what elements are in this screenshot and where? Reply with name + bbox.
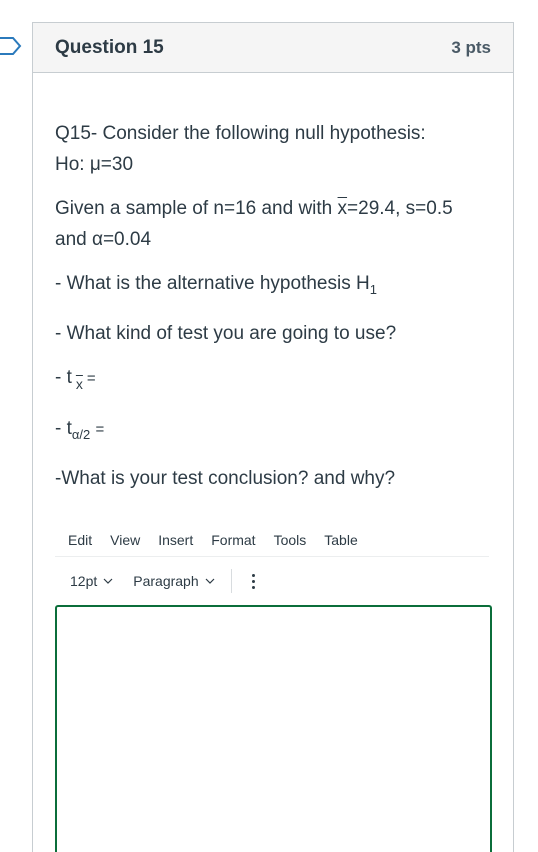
question-paragraph-test-kind: - What kind of test you are going to use… <box>55 318 491 349</box>
question-paragraph-hypothesis: Q15- Consider the following null hypothe… <box>55 118 491 180</box>
given-values: =29.4, s=0.5 <box>347 198 453 219</box>
question-paragraph-alternative: - What is the alternative hypothesis H1 <box>55 268 491 305</box>
question-card: Question 15 3 pts Q15- Consider the foll… <box>32 22 514 852</box>
chevron-down-icon <box>103 578 113 584</box>
question-paragraph-given: Given a sample of n=16 and with x=29.4, … <box>55 193 491 255</box>
block-format-dropdown[interactable]: Paragraph <box>133 573 215 589</box>
quiz-page: Question 15 3 pts Q15- Consider the foll… <box>0 0 538 852</box>
question-paragraph-t-critical: - tα/2 = <box>55 413 491 450</box>
block-format-value: Paragraph <box>133 573 199 589</box>
test-kind-text: - What kind of test you are going to use… <box>55 323 397 344</box>
t-critical-equals: = <box>95 421 105 438</box>
t-stat-subscript: x <box>75 376 83 392</box>
question-points: 3 pts <box>451 37 491 57</box>
chevron-down-icon <box>205 578 215 584</box>
editor-toolbar: 12pt Paragraph <box>55 563 489 599</box>
menu-table[interactable]: Table <box>324 532 357 548</box>
editor-menubar: Edit View Insert Format Tools Table <box>55 523 489 557</box>
alt-hypothesis-text: - What is the alternative hypothesis H <box>55 273 370 294</box>
t-critical-subscript: α/2 <box>71 427 91 442</box>
question-title: Question 15 <box>55 36 164 58</box>
t-stat-prefix: - t <box>55 367 72 388</box>
xbar-symbol: x <box>337 198 348 219</box>
given-alpha: and α=0.04 <box>55 229 152 250</box>
font-size-dropdown[interactable]: 12pt <box>70 573 113 589</box>
toolbar-divider <box>230 569 232 593</box>
conclusion-text: -What is your test conclusion? and why? <box>55 468 396 489</box>
question-line-2: Ho: μ=30 <box>55 154 134 175</box>
t-critical-prefix: - t <box>55 418 72 439</box>
given-text: Given a sample of n=16 and with <box>55 198 338 219</box>
font-size-value: 12pt <box>70 573 98 589</box>
menu-view[interactable]: View <box>110 532 140 548</box>
menu-insert[interactable]: Insert <box>158 532 193 548</box>
question-paragraph-conclusion: -What is your test conclusion? and why? <box>55 463 491 494</box>
menu-edit[interactable]: Edit <box>68 532 92 548</box>
question-paragraph-t-stat: - t x = <box>55 362 491 400</box>
menu-format[interactable]: Format <box>211 532 255 548</box>
answer-editor[interactable] <box>55 605 492 852</box>
menu-tools[interactable]: Tools <box>274 532 307 548</box>
question-text: Q15- Consider the following null hypothe… <box>33 118 513 494</box>
alt-hypothesis-subscript: 1 <box>369 282 377 297</box>
question-header: Question 15 3 pts <box>33 23 513 73</box>
more-options-icon[interactable] <box>246 573 261 589</box>
flag-question-icon[interactable] <box>0 36 22 56</box>
t-stat-equals: = <box>86 370 96 387</box>
question-line-1: Q15- Consider the following null hypothe… <box>55 123 426 144</box>
